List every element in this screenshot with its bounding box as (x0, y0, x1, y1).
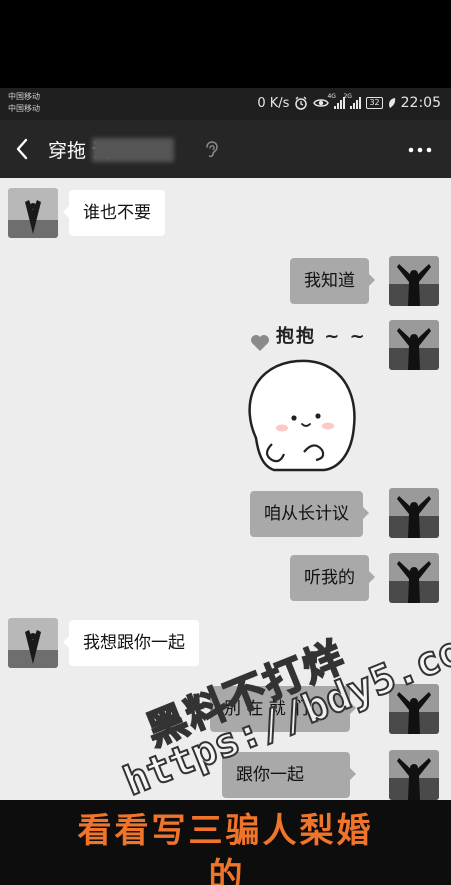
message-bubble-outgoing[interactable]: 我知道 (290, 258, 375, 304)
back-chevron-icon[interactable] (10, 134, 36, 164)
sticker-caption: 抱抱 ~ ~ (276, 326, 367, 347)
banner-caption-line-2: 的 (208, 856, 243, 885)
bottom-caption-banner: 看看写三骗人梨婚 的 (0, 800, 451, 885)
battery-icon: 32 (366, 97, 383, 109)
message-bubble-outgoing[interactable]: 咱从长计议 (250, 491, 369, 537)
top-black-band (0, 0, 451, 88)
message-bubble-outgoing[interactable]: 听我的 (290, 555, 375, 601)
contact-avatar[interactable] (8, 188, 58, 238)
banner-caption-line-1: 看看写三骗人梨婚 (77, 811, 374, 851)
ear-icon (206, 141, 218, 158)
clock: 22:05 (400, 95, 441, 111)
carrier-2: 中国移动 (8, 104, 40, 113)
status-icons: 0 K/s 4G 2G 32 22:05 (257, 93, 441, 111)
message-bubble-incoming[interactable]: 我想跟你一起 (63, 620, 199, 666)
my-avatar[interactable] (389, 553, 439, 603)
net-speed: 0 K/s (257, 95, 290, 111)
more-dots-icon[interactable] (407, 138, 433, 162)
message-bubble-incoming[interactable]: 谁也不要 (63, 190, 165, 236)
leaf-icon (388, 98, 395, 108)
my-avatar[interactable] (389, 750, 439, 800)
my-avatar[interactable] (389, 488, 439, 538)
carrier-1: 中国移动 (8, 92, 40, 101)
my-avatar[interactable] (389, 256, 439, 306)
status-bar: 中国移动 中国移动 0 K/s 4G 2G 32 22:05 (0, 88, 451, 120)
hug-sticker[interactable]: 抱抱 ~ ~ (242, 318, 382, 478)
message-bubble-outgoing[interactable]: 跟你一起 (222, 752, 356, 798)
my-avatar[interactable] (389, 320, 439, 370)
alarm-icon (295, 96, 308, 110)
message-bubble-outgoing[interactable]: 別 在 就 们 (210, 686, 356, 732)
chat-header: 穿拖 调 (0, 120, 451, 178)
my-avatar[interactable] (389, 684, 439, 734)
chat-message-list[interactable]: 谁也不要 我知道 抱抱 ~ ~ 咱从长计议 听我的 我想跟你一起 別 在 就 们… (0, 178, 451, 800)
bun-character-icon (248, 359, 356, 472)
contact-avatar[interactable] (8, 618, 58, 668)
title-redaction (92, 138, 174, 162)
signal-2g-icon: 2G (343, 93, 362, 109)
